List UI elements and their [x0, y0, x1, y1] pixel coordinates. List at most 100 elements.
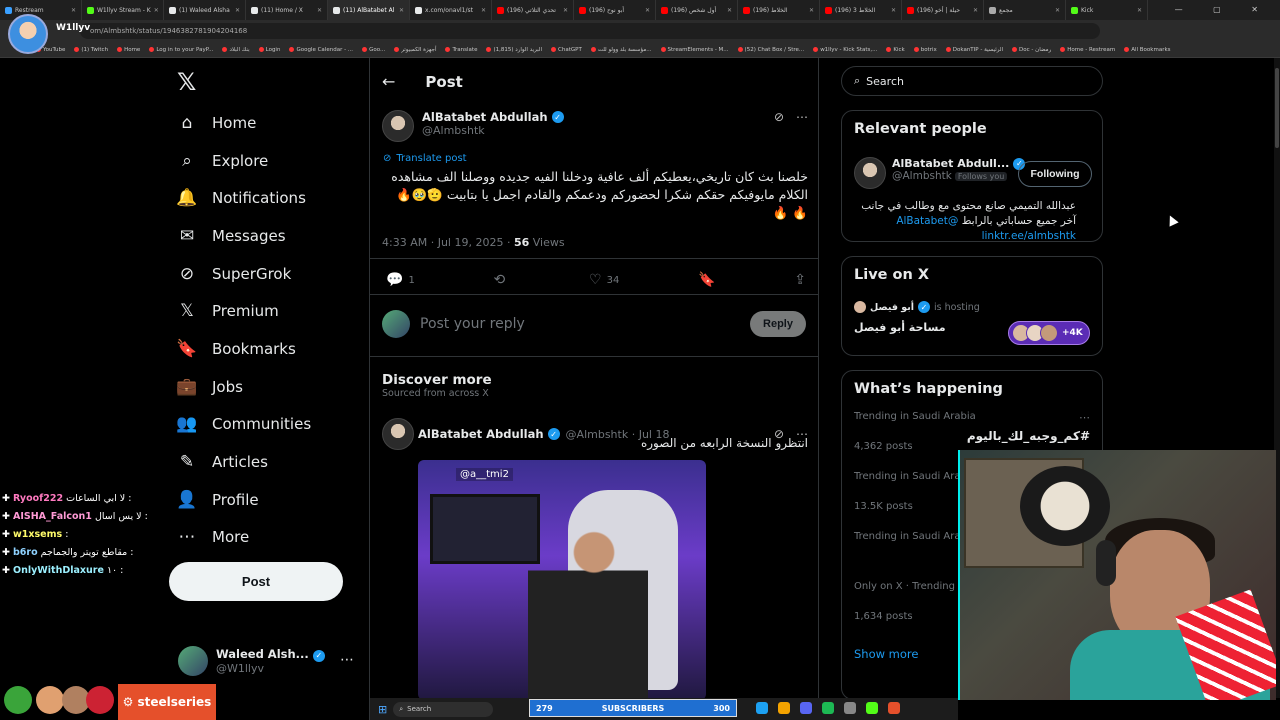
bookmark-item[interactable]: Home - Restream [1060, 47, 1115, 53]
bookmark-item[interactable]: أجهزة الكمبيوتر [394, 47, 436, 53]
more-dots-icon[interactable]: ⋯ [796, 110, 808, 142]
bio-mention-link[interactable]: @AlBatabet [896, 215, 958, 227]
window-controls[interactable]: — ▢ ✕ [1175, 5, 1272, 14]
obs-icon[interactable] [888, 702, 900, 714]
close-icon[interactable]: ✕ [809, 7, 814, 14]
nav-item-more[interactable]: ⋯ More [176, 519, 366, 557]
author-avatar[interactable] [382, 418, 414, 450]
bookmark-item[interactable]: w1llyv - Kick Stats,... [813, 47, 877, 53]
post-timestamp[interactable]: 4:33 AM · Jul 19, 2025 · [382, 236, 510, 249]
share-action[interactable]: ⇪ [794, 272, 806, 288]
close-icon[interactable]: ✕ [71, 7, 76, 14]
discord-icon[interactable] [800, 702, 812, 714]
bookmark-item[interactable]: Kick [886, 47, 905, 53]
nav-item-articles[interactable]: ✎ Articles [176, 443, 366, 481]
person-handle[interactable]: @Almbshtk [892, 170, 952, 182]
repost-action[interactable]: ⟲ [494, 272, 511, 288]
person-name[interactable]: AlBatabet Abdull... [892, 157, 1009, 170]
browser-tab[interactable]: (196) أول شخص ✕ [656, 0, 738, 20]
back-arrow-icon[interactable]: ← [382, 72, 395, 91]
browser-tab[interactable]: (196) حيلة | أخو ✕ [902, 0, 984, 20]
bookmark-item[interactable]: ChatGPT [551, 47, 582, 53]
taskbar-search[interactable]: ⌕ Search [393, 701, 494, 717]
post-media-image[interactable]: @a__tmi2 [418, 460, 706, 700]
account-switcher[interactable]: Waleed Alsh... ✓ @W1llyv ⋯ [178, 646, 354, 676]
spotify-icon[interactable] [822, 702, 834, 714]
url-field[interactable]: om/Almbshtk/status/1946382781904204168 [80, 23, 1100, 39]
kick-icon[interactable] [866, 702, 878, 714]
show-more-link[interactable]: Show more [854, 647, 918, 661]
trend-context[interactable]: Only on X · Trending [854, 581, 955, 592]
translate-post-link[interactable]: ⊘ Translate post [383, 153, 467, 164]
search-input[interactable]: ⌕ Search [841, 66, 1103, 96]
close-icon[interactable]: ✕ [563, 7, 568, 14]
bookmark-action[interactable]: 🔖 [698, 272, 715, 288]
browser-tab[interactable]: (11) Home / X ✕ [246, 0, 328, 20]
windows-start-icon[interactable]: ⊞ [378, 703, 387, 716]
close-icon[interactable]: ✕ [727, 7, 732, 14]
reply-input[interactable]: Post your reply [420, 316, 525, 332]
trend-context[interactable]: Trending in Saudi Arabia [854, 411, 976, 422]
more-dots-icon[interactable]: ⋯ [340, 652, 354, 668]
nav-item-premium[interactable]: 𝕏 Premium [176, 292, 366, 330]
close-icon[interactable]: ✕ [399, 7, 404, 14]
close-icon[interactable]: ✕ [645, 7, 650, 14]
close-icon[interactable]: ✕ [973, 7, 978, 14]
bookmark-item[interactable]: (1) Twitch [74, 47, 108, 53]
address-bar[interactable]: om/Almbshtk/status/1946382781904204168 [0, 20, 1280, 42]
close-icon[interactable]: ✕ [235, 7, 240, 14]
browser-tab[interactable]: x.com/onavl1/st ✕ [410, 0, 492, 20]
bookmark-item[interactable]: botrix [913, 47, 937, 53]
nav-item-bookmarks[interactable]: 🔖 Bookmarks [176, 330, 366, 368]
app-icon[interactable] [844, 702, 856, 714]
nav-item-explore[interactable]: ⌕ Explore [176, 142, 366, 180]
close-icon[interactable]: ✕ [1137, 7, 1142, 14]
nav-item-messages[interactable]: ✉ Messages [176, 217, 366, 255]
person-avatar[interactable] [854, 157, 886, 189]
browser-tab[interactable]: مجمع ✕ [984, 0, 1066, 20]
bookmark-item[interactable]: البريد الوارد (1,815) [486, 47, 542, 53]
following-button[interactable]: Following [1018, 161, 1092, 187]
live-space-title[interactable]: مساحة أبو فيصل [854, 321, 946, 334]
browser-tab[interactable]: W1llyv Stream - K ✕ [82, 0, 164, 20]
bio-url-link[interactable]: linktr.ee/almbshtk [982, 230, 1076, 242]
browser-tab[interactable]: Restream ✕ [0, 0, 82, 20]
bookmark-item[interactable]: مؤسسة بلد وولو للت... [590, 47, 652, 53]
close-icon[interactable]: ✕ [317, 7, 322, 14]
browser-tab[interactable]: (196) أبو نوح ✕ [574, 0, 656, 20]
like-action[interactable]: ♡ 34 [589, 272, 619, 288]
reply-button[interactable]: Reply [750, 311, 806, 337]
browser-tab[interactable]: Kick ✕ [1066, 0, 1148, 20]
browser-tab[interactable]: (11) AlBatabet Al ✕ [328, 0, 410, 20]
trend-tag[interactable]: #كم_وجبه_لك_باليوم [967, 429, 1090, 443]
browser-tab[interactable]: (196) تحدي التلاتي ✕ [492, 0, 574, 20]
reply-action[interactable]: 💬 1 [386, 272, 415, 288]
nav-item-notifications[interactable]: 🔔 Notifications [176, 179, 366, 217]
bookmark-item[interactable]: بنك البلاد [222, 47, 250, 53]
browser-tab[interactable]: (1) Waleed Alsha ✕ [164, 0, 246, 20]
close-icon[interactable]: ✕ [891, 7, 896, 14]
nav-item-home[interactable]: ⌂ Home [176, 104, 366, 142]
bookmark-item[interactable]: Google Calendar - ... [289, 47, 353, 53]
nav-item-communities[interactable]: 👥 Communities [176, 406, 366, 444]
nav-item-supergrok[interactable]: ⊘ SuperGrok [176, 255, 366, 293]
bookmark-item[interactable]: Doc - رمضان [1012, 47, 1051, 53]
chrome-icon[interactable] [778, 702, 790, 714]
nav-item-profile[interactable]: 👤 Profile [176, 481, 366, 519]
grok-icon[interactable]: ⊘ [774, 110, 784, 142]
bookmark-item[interactable]: Log in to your PayP... [149, 47, 213, 53]
bookmark-item[interactable]: DokanTIP - الرئيسية [945, 47, 1003, 53]
author-handle[interactable]: @Almbshtk [422, 124, 564, 137]
x-logo-icon[interactable]: 𝕏 [177, 70, 201, 94]
bookmark-item[interactable]: Login [258, 47, 280, 53]
live-host-row[interactable]: أبو فيصل ✓ is hosting [854, 301, 980, 313]
bookmark-item[interactable]: Home [117, 47, 140, 53]
bookmark-item[interactable]: StreamElements - M... [660, 47, 729, 53]
close-icon[interactable]: ✕ [1055, 7, 1060, 14]
more-dots-icon[interactable]: ⋯ [1079, 411, 1090, 424]
post-button[interactable]: Post [169, 562, 343, 601]
author-avatar[interactable] [382, 110, 414, 142]
nav-item-jobs[interactable]: 💼 Jobs [176, 368, 366, 406]
bookmark-item[interactable]: All Bookmarks [1124, 47, 1171, 53]
browser-tab[interactable]: (196) الخلاط ✕ [738, 0, 820, 20]
